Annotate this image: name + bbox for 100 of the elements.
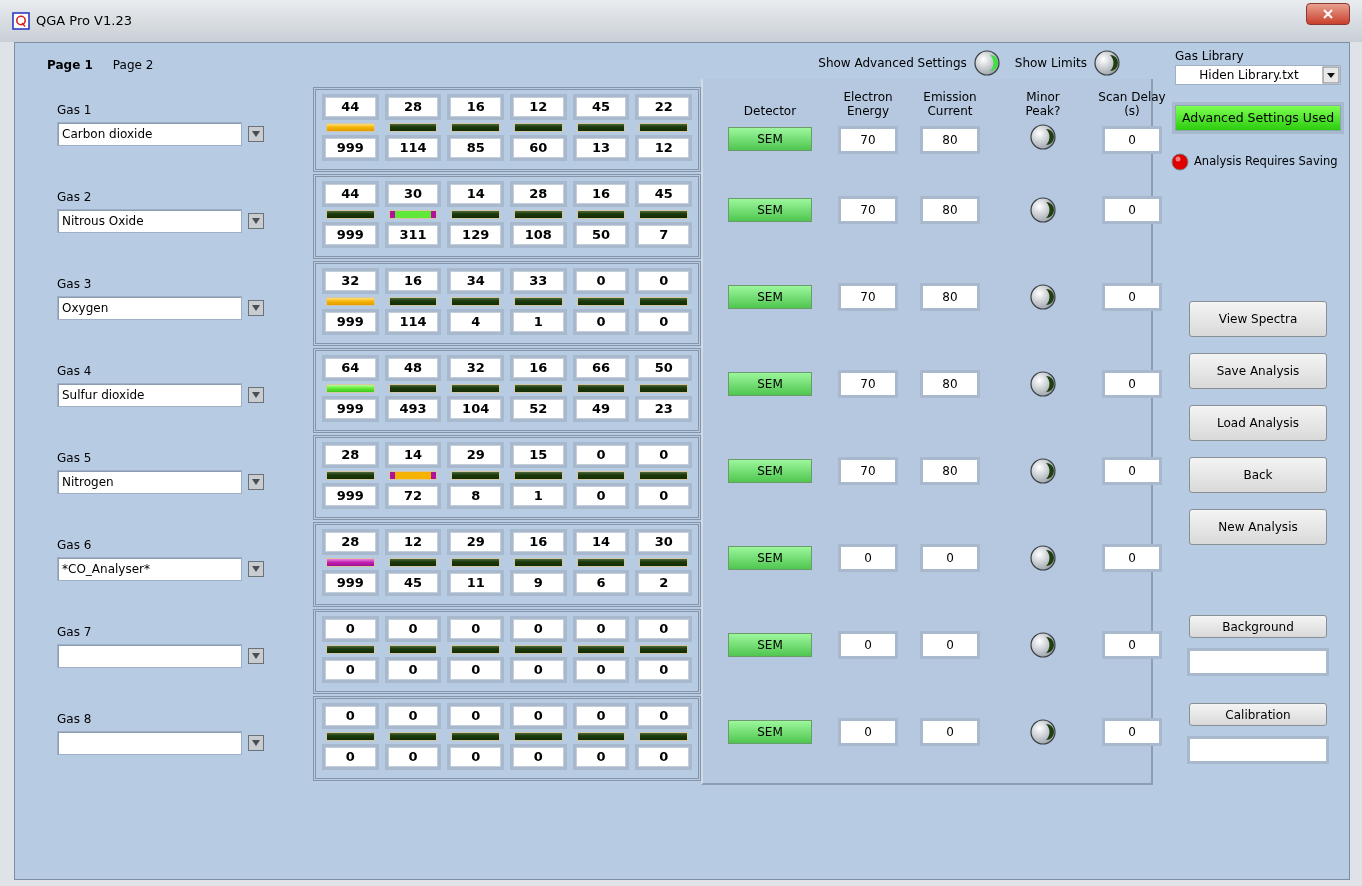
- detector-button[interactable]: SEM: [728, 458, 812, 483]
- minor-peak-switch[interactable]: [1029, 456, 1057, 485]
- value-field[interactable]: 1: [513, 312, 564, 332]
- value-field[interactable]: 999: [325, 399, 376, 419]
- value-field[interactable]: 0: [575, 486, 627, 506]
- mass-field[interactable]: 44: [325, 184, 376, 204]
- action-button[interactable]: View Spectra: [1189, 301, 1327, 337]
- emission-current-field[interactable]: 0: [923, 546, 977, 569]
- electron-energy-field[interactable]: 70: [841, 372, 895, 395]
- mass-field[interactable]: 29: [450, 532, 501, 552]
- value-field[interactable]: 8: [450, 486, 501, 506]
- gas-name-field[interactable]: Nitrogen: [57, 470, 242, 494]
- value-field[interactable]: 2: [638, 573, 690, 593]
- detector-button[interactable]: SEM: [728, 197, 812, 222]
- detector-button[interactable]: SEM: [728, 284, 812, 309]
- mass-field[interactable]: 0: [325, 706, 376, 726]
- detector-button[interactable]: SEM: [728, 126, 812, 151]
- mass-field[interactable]: 28: [513, 184, 564, 204]
- mass-field[interactable]: 34: [450, 271, 501, 291]
- value-field[interactable]: 50: [575, 225, 627, 245]
- electron-energy-field[interactable]: 70: [841, 198, 895, 221]
- dropdown-icon[interactable]: [248, 561, 264, 577]
- action-button[interactable]: Background: [1189, 615, 1327, 638]
- mass-field[interactable]: 0: [325, 619, 376, 639]
- mass-field[interactable]: 0: [387, 619, 439, 639]
- emission-current-field[interactable]: 80: [923, 128, 977, 151]
- gas-library-dropdown[interactable]: Hiden Library.txt: [1175, 65, 1341, 85]
- mass-field[interactable]: 32: [325, 271, 376, 291]
- value-field[interactable]: 0: [575, 312, 627, 332]
- value-field[interactable]: 4: [450, 312, 501, 332]
- gas-name-field[interactable]: *CO_Analyser*: [57, 557, 242, 581]
- mass-field[interactable]: 0: [450, 619, 501, 639]
- value-field[interactable]: 0: [513, 747, 564, 767]
- close-button[interactable]: [1306, 3, 1350, 25]
- mass-field[interactable]: 32: [450, 358, 501, 378]
- mass-field[interactable]: 0: [575, 619, 627, 639]
- value-field[interactable]: 13: [575, 138, 627, 158]
- mass-field[interactable]: 44: [325, 97, 376, 117]
- mass-field[interactable]: 12: [513, 97, 564, 117]
- mass-field[interactable]: 30: [638, 532, 690, 552]
- mass-field[interactable]: 30: [387, 184, 439, 204]
- value-field[interactable]: 0: [450, 660, 501, 680]
- electron-energy-field[interactable]: 70: [841, 285, 895, 308]
- value-field[interactable]: 999: [325, 573, 376, 593]
- gas-name-field[interactable]: Nitrous Oxide: [57, 209, 242, 233]
- scan-delay-field[interactable]: 0: [1105, 459, 1159, 482]
- minor-peak-switch[interactable]: [1029, 122, 1057, 151]
- electron-energy-field[interactable]: 0: [841, 546, 895, 569]
- toggle-switch[interactable]: [972, 49, 1001, 77]
- action-button[interactable]: Load Analysis: [1189, 405, 1327, 441]
- value-field[interactable]: 85: [450, 138, 501, 158]
- mass-field[interactable]: 0: [638, 706, 690, 726]
- electron-energy-field[interactable]: 70: [841, 128, 895, 151]
- value-field[interactable]: 0: [513, 660, 564, 680]
- value-field[interactable]: 999: [325, 225, 376, 245]
- mass-field[interactable]: 0: [638, 445, 690, 465]
- minor-peak-switch[interactable]: [1029, 717, 1057, 746]
- minor-peak-switch[interactable]: [1029, 195, 1057, 224]
- scan-delay-field[interactable]: 0: [1105, 633, 1159, 656]
- value-field[interactable]: 45: [387, 573, 439, 593]
- value-field[interactable]: 49: [575, 399, 627, 419]
- emission-current-field[interactable]: 80: [923, 198, 977, 221]
- value-field[interactable]: 999: [325, 486, 376, 506]
- electron-energy-field[interactable]: 0: [841, 633, 895, 656]
- mass-field[interactable]: 0: [575, 706, 627, 726]
- dropdown-icon[interactable]: [248, 213, 264, 229]
- value-field[interactable]: 0: [638, 486, 690, 506]
- mass-field[interactable]: 16: [575, 184, 627, 204]
- mass-field[interactable]: 12: [387, 532, 439, 552]
- gas-name-field[interactable]: Oxygen: [57, 296, 242, 320]
- detector-button[interactable]: SEM: [728, 719, 812, 744]
- dropdown-icon[interactable]: [248, 126, 264, 142]
- value-field[interactable]: 999: [325, 138, 376, 158]
- value-field[interactable]: 0: [450, 747, 501, 767]
- emission-current-field[interactable]: 0: [923, 720, 977, 743]
- dropdown-icon[interactable]: [248, 300, 264, 316]
- output-field[interactable]: [1190, 739, 1326, 761]
- value-field[interactable]: 0: [325, 660, 376, 680]
- value-field[interactable]: 6: [575, 573, 627, 593]
- value-field[interactable]: 0: [387, 660, 439, 680]
- page-tab[interactable]: Page 1: [37, 56, 103, 74]
- value-field[interactable]: 72: [387, 486, 439, 506]
- mass-field[interactable]: 16: [387, 271, 439, 291]
- scan-delay-field[interactable]: 0: [1105, 285, 1159, 308]
- output-field[interactable]: [1190, 651, 1326, 673]
- mass-field[interactable]: 50: [638, 358, 690, 378]
- scan-delay-field[interactable]: 0: [1105, 546, 1159, 569]
- detector-button[interactable]: SEM: [728, 545, 812, 570]
- value-field[interactable]: 1: [513, 486, 564, 506]
- minor-peak-switch[interactable]: [1029, 543, 1057, 572]
- value-field[interactable]: 0: [575, 747, 627, 767]
- mass-field[interactable]: 48: [387, 358, 439, 378]
- mass-field[interactable]: 29: [450, 445, 501, 465]
- detector-button[interactable]: SEM: [728, 632, 812, 657]
- minor-peak-switch[interactable]: [1029, 630, 1057, 659]
- value-field[interactable]: 12: [638, 138, 690, 158]
- gas-name-field[interactable]: Carbon dioxide: [57, 122, 242, 146]
- scan-delay-field[interactable]: 0: [1105, 372, 1159, 395]
- mass-field[interactable]: 0: [387, 706, 439, 726]
- mass-field[interactable]: 28: [325, 532, 376, 552]
